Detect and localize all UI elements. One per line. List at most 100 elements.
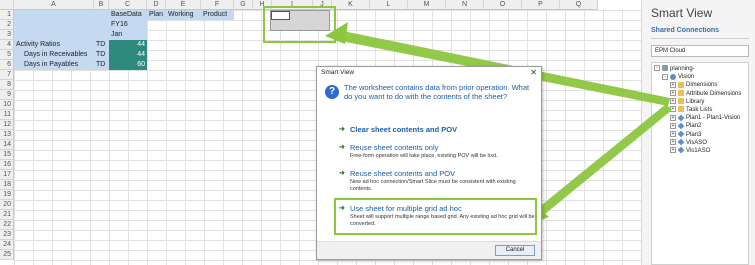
row-header[interactable]: 11 [0, 110, 14, 120]
row-header[interactable]: 22 [0, 220, 14, 230]
row-header[interactable]: 5 [0, 50, 14, 60]
row-header[interactable]: 16 [0, 160, 14, 170]
row-header[interactable]: 15 [0, 150, 14, 160]
cell-c1[interactable]: BaseData [109, 10, 147, 20]
tree-node-label[interactable]: planning- [670, 66, 695, 72]
expand-icon[interactable]: + [670, 114, 676, 121]
cell-a2[interactable] [14, 20, 109, 30]
expand-icon[interactable]: + [670, 106, 676, 113]
tree-node[interactable]: + Attribute Dimensions [670, 90, 741, 98]
tree-node-label[interactable]: Dimensions [686, 82, 717, 88]
row-header[interactable]: 12 [0, 120, 14, 130]
row-header[interactable]: 24 [0, 240, 14, 250]
column-header[interactable]: Q [560, 0, 598, 10]
tree-node-label[interactable]: Plan2 [686, 123, 701, 129]
row-header[interactable]: 21 [0, 210, 14, 220]
tree-node-label[interactable]: Attribute Dimensions [686, 91, 741, 97]
row-header[interactable]: 23 [0, 230, 14, 240]
expand-icon[interactable]: + [670, 131, 676, 138]
tree-node[interactable]: + Plan1 - Plan1-Vision [670, 114, 740, 122]
cell-b4[interactable]: TD [94, 40, 109, 50]
row-header[interactable]: 13 [0, 130, 14, 140]
cell-a4[interactable]: Activity Ratios [14, 40, 94, 50]
tree-node-label[interactable]: Vis1ASO [686, 148, 710, 154]
expand-icon[interactable]: + [670, 139, 676, 146]
shared-connections-link[interactable]: Shared Connections [651, 27, 719, 34]
option-title[interactable]: Use sheet for multiple grid ad hoc [350, 204, 462, 213]
collapse-icon[interactable]: - [654, 65, 660, 72]
cell-c2[interactable]: FY16 [109, 20, 147, 30]
select-all-corner[interactable] [0, 0, 14, 10]
column-header[interactable]: D [147, 0, 166, 10]
option-title[interactable]: Reuse sheet contents only [350, 143, 438, 152]
tree-node-label[interactable]: Library [686, 99, 704, 105]
tree-node[interactable]: + Plan3 [670, 130, 701, 139]
option-title[interactable]: Clear sheet contents and POV [350, 125, 457, 134]
column-header[interactable]: F [201, 0, 234, 10]
expand-icon[interactable]: + [670, 147, 676, 154]
cancel-button[interactable]: Cancel [495, 245, 535, 256]
cell-f1[interactable]: Product [201, 10, 234, 20]
tree-node[interactable]: - planning- [654, 65, 695, 73]
row-header[interactable]: 3 [0, 30, 14, 40]
tree-node[interactable]: + VisASO [670, 138, 707, 147]
expand-icon[interactable]: + [670, 81, 676, 88]
row-header[interactable]: 14 [0, 140, 14, 150]
tree-node-label[interactable]: VisASO [686, 140, 707, 146]
cell-b5[interactable]: TD [94, 50, 109, 60]
row-header[interactable]: 19 [0, 190, 14, 200]
cell-b6[interactable]: TD [94, 60, 109, 70]
tree-node[interactable]: + Plan2 [670, 122, 701, 130]
tree-node-label[interactable]: Task Lists [686, 107, 712, 113]
row-header[interactable]: 9 [0, 90, 14, 100]
cell-a3[interactable] [14, 30, 109, 40]
cell-a6[interactable]: Days in Payables [14, 60, 94, 70]
tree-node[interactable]: + Dimensions [670, 81, 717, 89]
cell-a1[interactable] [14, 10, 109, 20]
expand-icon[interactable]: + [670, 122, 676, 129]
expand-icon[interactable]: + [670, 90, 676, 97]
tree-node[interactable]: - Vision [662, 73, 694, 81]
row-header[interactable]: 4 [0, 40, 14, 50]
column-header[interactable]: E [166, 0, 201, 10]
column-header[interactable]: C [109, 0, 147, 10]
row-header[interactable]: 18 [0, 180, 14, 190]
close-icon[interactable]: ✕ [530, 67, 537, 78]
cell-c3[interactable]: Jan [109, 30, 147, 40]
connection-tree[interactable]: - planning- - Vision + Dimensions + Attribute D… [651, 62, 749, 265]
column-header[interactable]: O [484, 0, 522, 10]
row-header[interactable]: 8 [0, 80, 14, 90]
column-header[interactable]: G [234, 0, 253, 10]
row-header[interactable]: 6 [0, 60, 14, 70]
cell-e1[interactable]: Working [166, 10, 201, 20]
column-header[interactable]: A [14, 0, 94, 10]
column-header[interactable]: P [522, 0, 560, 10]
column-header[interactable]: M [408, 0, 446, 10]
cell-c5[interactable]: 44 [109, 50, 147, 60]
row-header[interactable]: 20 [0, 200, 14, 210]
row-header[interactable]: 17 [0, 170, 14, 180]
connection-dropdown[interactable]: EPM Cloud [651, 45, 749, 57]
tree-node-label[interactable]: Plan1 - Plan1-Vision [686, 115, 740, 121]
tree-node[interactable]: + Library [670, 98, 704, 106]
column-header[interactable]: L [370, 0, 408, 10]
collapse-icon[interactable]: - [662, 73, 668, 80]
column-header[interactable]: B [94, 0, 109, 10]
row-header[interactable]: 10 [0, 100, 14, 110]
column-header[interactable]: K [332, 0, 370, 10]
row-header[interactable]: 7 [0, 70, 14, 80]
expand-icon[interactable]: + [670, 98, 676, 105]
column-header[interactable]: N [446, 0, 484, 10]
row-header[interactable]: 2 [0, 20, 14, 30]
option-title[interactable]: Reuse sheet contents and POV [350, 169, 455, 178]
tree-node-label[interactable]: Plan3 [686, 132, 701, 138]
cell-d1[interactable]: Plan [147, 10, 166, 20]
cell-a5[interactable]: Days in Receivables [14, 50, 94, 60]
tree-node[interactable]: + Task Lists [670, 106, 712, 114]
row-header[interactable]: 25 [0, 250, 14, 260]
cell-c6[interactable]: 60 [109, 60, 147, 70]
tree-node[interactable]: + Vis1ASO [670, 147, 710, 155]
cell-c4[interactable]: 44 [109, 40, 147, 50]
tree-node-label[interactable]: Vision [678, 74, 694, 80]
row-header[interactable]: 1 [0, 10, 14, 20]
